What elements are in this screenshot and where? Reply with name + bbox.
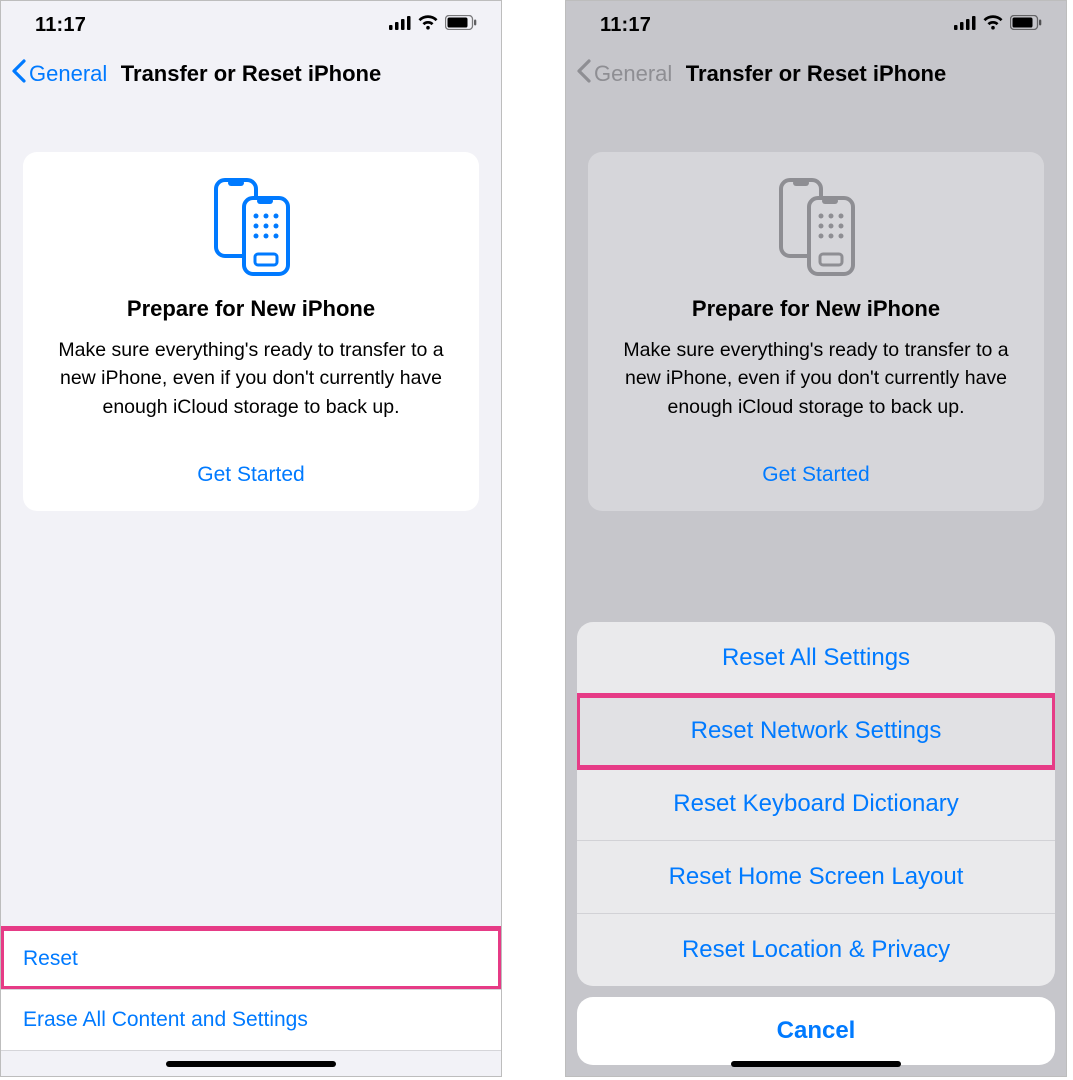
prepare-card-wrap: Prepare for New iPhone Make sure everyth…: [566, 152, 1066, 511]
nav-bar: General Transfer or Reset iPhone: [566, 49, 1066, 99]
reset-label: Reset: [23, 947, 78, 970]
card-body: Make sure everything's ready to transfer…: [612, 336, 1020, 421]
signal-icon: [954, 16, 976, 35]
battery-icon: [1010, 15, 1042, 35]
bottom-list: Reset Erase All Content and Settings: [1, 928, 501, 1051]
card-body: Make sure everything's ready to transfer…: [47, 336, 455, 421]
nav-bar: General Transfer or Reset iPhone: [1, 49, 501, 99]
back-label: General: [594, 61, 672, 87]
prepare-card: Prepare for New iPhone Make sure everyth…: [23, 152, 479, 511]
back-button[interactable]: General: [1, 59, 107, 89]
erase-label: Erase All Content and Settings: [23, 1008, 308, 1031]
phone-left: 11:17 General Transfer or Reset iPhone: [0, 0, 502, 1077]
home-indicator[interactable]: [166, 1061, 336, 1067]
card-title: Prepare for New iPhone: [612, 296, 1020, 322]
sheet-item-reset-all[interactable]: Reset All Settings: [577, 622, 1055, 695]
chevron-left-icon: [11, 59, 27, 89]
prepare-card-wrap: Prepare for New iPhone Make sure everyth…: [1, 152, 501, 511]
status-icons: [389, 15, 477, 35]
reset-action-sheet: Reset All Settings Reset Network Setting…: [577, 622, 1055, 986]
sheet-item-reset-home[interactable]: Reset Home Screen Layout: [577, 841, 1055, 914]
back-label: General: [29, 61, 107, 87]
reset-row[interactable]: Reset: [1, 928, 501, 989]
two-phones-icon: [612, 176, 1020, 276]
status-bar: 11:17: [566, 1, 1066, 49]
sheet-item-reset-network[interactable]: Reset Network Settings: [577, 695, 1055, 768]
erase-row[interactable]: Erase All Content and Settings: [1, 989, 501, 1051]
status-time: 11:17: [600, 14, 651, 37]
cancel-button[interactable]: Cancel: [577, 997, 1055, 1065]
sheet-item-reset-location[interactable]: Reset Location & Privacy: [577, 914, 1055, 986]
status-bar: 11:17: [1, 1, 501, 49]
prepare-card: Prepare for New iPhone Make sure everyth…: [588, 152, 1044, 511]
card-title: Prepare for New iPhone: [47, 296, 455, 322]
sheet-item-reset-keyboard[interactable]: Reset Keyboard Dictionary: [577, 768, 1055, 841]
chevron-left-icon: [576, 59, 592, 89]
status-time: 11:17: [35, 14, 86, 37]
get-started-button[interactable]: Get Started: [47, 463, 455, 487]
battery-icon: [445, 15, 477, 35]
wifi-icon: [418, 15, 438, 35]
signal-icon: [389, 16, 411, 35]
back-button[interactable]: General: [566, 59, 672, 89]
two-phones-icon: [47, 176, 455, 276]
action-sheet-layer: Reset All Settings Reset Network Setting…: [566, 611, 1066, 1076]
wifi-icon: [983, 15, 1003, 35]
home-indicator[interactable]: [731, 1061, 901, 1067]
get-started-button[interactable]: Get Started: [612, 463, 1020, 487]
status-icons: [954, 15, 1042, 35]
phone-right: 11:17 General Transfer or Reset iPhone: [565, 0, 1067, 1077]
